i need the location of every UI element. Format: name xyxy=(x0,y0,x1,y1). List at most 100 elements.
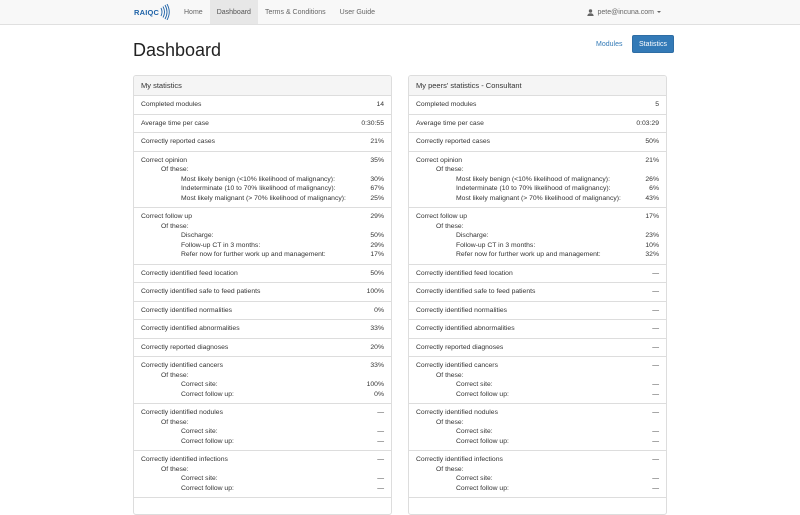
sub-stat-label: Indeterminate (10 to 70% likelihood of m… xyxy=(181,185,336,192)
sub-stat-value: 26% xyxy=(645,175,659,183)
nav-terms[interactable]: Terms & Conditions xyxy=(258,0,333,24)
stat-row: Correctly identified safe to feed patien… xyxy=(416,287,659,297)
stat-label: Correctly reported diagnoses xyxy=(141,343,229,351)
my-statistics-panel: My statistics Completed modules 14 Average… xyxy=(133,75,392,515)
sub-stat-value: — xyxy=(377,428,384,435)
stat-label: Correctly reported diagnoses xyxy=(416,343,504,351)
stat-label: Correctly identified normalities xyxy=(141,306,233,314)
stat-row: Correctly reported cases 50% xyxy=(416,137,659,147)
sub-stat-label: Correct follow up: xyxy=(456,437,509,445)
stat-item: Correctly identified abnormalities 33% xyxy=(134,320,391,339)
stat-label: Correctly identified nodules xyxy=(416,409,498,416)
stat-value: 0% xyxy=(374,306,384,314)
stat-label: Correctly identified nodules xyxy=(141,409,223,416)
sub-stat-label: Most likely benign (<10% likelihood of m… xyxy=(456,175,610,183)
sub-stat-label: Correct follow up: xyxy=(456,390,509,398)
stat-label: Correctly identified safe to feed patien… xyxy=(141,288,261,295)
stat-value: — xyxy=(652,306,659,314)
stat-row: Correctly identified cancers 33% xyxy=(141,361,384,371)
nav-home[interactable]: Home xyxy=(177,0,210,24)
stat-row: Average time per case 0:30:55 xyxy=(141,119,384,129)
sub-stat-label: Correct site: xyxy=(181,381,218,388)
stat-row: Correctly reported diagnoses 20% xyxy=(141,343,384,353)
nav-dashboard[interactable]: Dashboard xyxy=(209,0,258,24)
of-these-label: Of these: xyxy=(161,371,189,379)
sub-stat-row: Indeterminate (10 to 70% likelihood of m… xyxy=(416,184,659,194)
stat-item: Correctly identified normalities — xyxy=(409,302,666,320)
sub-stat-row: Correct follow up: — xyxy=(141,484,384,494)
sub-stat-value: — xyxy=(652,428,659,435)
stat-row: Correct follow up 29% xyxy=(141,212,384,222)
sub-stat-label: Follow-up CT in 3 months: xyxy=(456,241,536,249)
stat-label: Correctly identified infections xyxy=(416,456,503,463)
sub-stat-value: — xyxy=(652,390,659,398)
sub-stat-label: Correct follow up: xyxy=(181,437,234,445)
sub-stat-value: — xyxy=(652,381,659,388)
of-these-label: Of these: xyxy=(436,465,464,473)
stat-item: Average time per case 0:03:29 xyxy=(409,115,666,133)
sub-stat-row: Correct site: 100% xyxy=(141,380,384,390)
sub-stat-value: 29% xyxy=(370,241,384,249)
stat-item: Correctly identified safe to feed patien… xyxy=(134,283,391,302)
statistics-button[interactable]: Statistics xyxy=(632,35,674,53)
sub-stat-label: Refer now for further work up and manage… xyxy=(181,251,326,258)
sub-stat-value: — xyxy=(377,484,384,492)
sub-stat-row: Correct follow up: — xyxy=(141,437,384,447)
stat-label: Correctly identified infections xyxy=(141,456,228,463)
stat-row: Correctly identified abnormalities — xyxy=(416,324,659,334)
nav-user-guide[interactable]: User Guide xyxy=(333,0,382,24)
stat-row: Correctly identified safe to feed patien… xyxy=(141,287,384,297)
sub-stat-value: 25% xyxy=(370,194,384,202)
stat-item: Correctly identified feed location 50% xyxy=(134,265,391,283)
stat-item: Correctly identified normalities 0% xyxy=(134,302,391,320)
stat-item: Correctly identified abnormalities — xyxy=(409,320,666,339)
of-these-label: Of these: xyxy=(161,166,189,173)
stat-label: Average time per case xyxy=(141,119,209,127)
sub-stat-value: 30% xyxy=(370,175,384,183)
brand-logo[interactable]: RAIQC xyxy=(134,4,170,20)
sub-stat-row: Follow-up CT in 3 months: 10% xyxy=(416,241,659,251)
sub-stat-label: Most likely benign (<10% likelihood of m… xyxy=(181,175,335,183)
stat-label: Average time per case xyxy=(416,119,484,127)
sub-stat-label: Correct site: xyxy=(456,381,493,388)
sub-stat-label: Correct site: xyxy=(456,475,493,482)
stat-row: Average time per case 0:03:29 xyxy=(416,119,659,129)
sub-stat-row: Most likely benign (<10% likelihood of m… xyxy=(416,175,659,185)
sub-stat-label: Indeterminate (10 to 70% likelihood of m… xyxy=(456,185,611,192)
stat-row: Correct follow up 17% xyxy=(416,212,659,222)
stat-item: Completed modules 5 xyxy=(409,96,666,115)
sub-stat-value: 23% xyxy=(645,232,659,239)
stat-item: Correctly identified feed location — xyxy=(409,265,666,283)
top-navbar: RAIQC Home Dashboard Terms & Conditions … xyxy=(0,0,800,25)
stat-row: Correctly identified cancers — xyxy=(416,361,659,371)
of-these-label: Of these: xyxy=(436,222,464,230)
sub-stat-label: Correct follow up: xyxy=(456,484,509,492)
stat-value: — xyxy=(652,288,659,295)
stat-item: Correctly identified infections — Of these… xyxy=(409,451,666,498)
page-title: Dashboard xyxy=(133,40,222,60)
stat-value: — xyxy=(652,269,659,277)
stat-label: Correctly identified safe to feed patien… xyxy=(416,288,536,295)
sub-stat-label: Most likely malignant (> 70% likelihood … xyxy=(181,194,346,202)
modules-link[interactable]: Modules xyxy=(596,35,622,53)
sub-stat-row: Correct site: — xyxy=(416,380,659,390)
sub-stat-row: Refer now for further work up and manage… xyxy=(141,250,384,260)
stat-item: Correctly reported diagnoses — xyxy=(409,339,666,357)
sub-stat-row: Correct site: — xyxy=(141,427,384,437)
stat-label: Correctly identified cancers xyxy=(141,362,223,369)
sub-stat-value: — xyxy=(377,437,384,445)
sub-stat-label: Discharge: xyxy=(456,232,489,239)
stat-label: Correctly identified abnormalities xyxy=(141,325,240,332)
sub-stat-value: 67% xyxy=(370,185,384,192)
stat-value: — xyxy=(652,409,659,416)
of-these-label: Of these: xyxy=(161,465,189,473)
stat-value: — xyxy=(652,343,659,351)
sub-stat-value: 6% xyxy=(649,185,659,192)
stat-value: — xyxy=(377,409,384,416)
user-menu[interactable]: pete@incuna.com xyxy=(587,0,661,24)
stat-item: Correctly identified cancers — Of these: Co… xyxy=(409,357,666,404)
stat-value: 0:03:29 xyxy=(636,119,659,127)
statistics-list: Completed modules 14 Average time per case… xyxy=(134,96,391,498)
sub-stat-row: Discharge: 50% xyxy=(141,231,384,241)
stat-row: Correctly identified infections — xyxy=(416,455,659,465)
